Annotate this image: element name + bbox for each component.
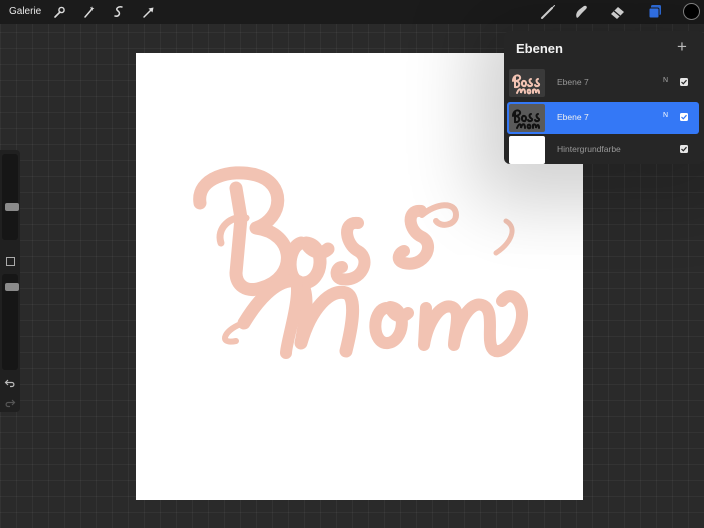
- brush-size-slider-thumb[interactable]: [5, 203, 19, 211]
- left-sidebar: [0, 150, 20, 412]
- opacity-slider-thumb[interactable]: [5, 283, 19, 291]
- brush-size-slider[interactable]: [2, 154, 19, 240]
- layer-thumbnail: [509, 136, 545, 164]
- opacity-slider[interactable]: [2, 274, 19, 370]
- blend-mode-button[interactable]: N: [663, 77, 668, 84]
- transform-arrow-icon[interactable]: [141, 4, 157, 20]
- add-layer-button[interactable]: +: [677, 38, 687, 55]
- gallery-button[interactable]: Galerie: [9, 6, 41, 17]
- selection-icon[interactable]: [111, 4, 127, 20]
- layer-name: Ebene 7: [557, 77, 589, 87]
- layer-visibility-checkbox[interactable]: [680, 113, 688, 121]
- layer-name: Ebene 7: [557, 112, 589, 122]
- layer-thumbnail: [509, 69, 545, 97]
- top-toolbar: Galerie: [0, 0, 704, 24]
- layer-row-background[interactable]: Hintergrundfarbe: [507, 134, 699, 166]
- wrench-icon[interactable]: [51, 4, 67, 20]
- layer-row[interactable]: Ebene 7 N: [507, 67, 699, 99]
- brush-icon[interactable]: [539, 3, 557, 21]
- blend-mode-button[interactable]: N: [663, 112, 668, 119]
- layer-row-active[interactable]: Ebene 7 N: [507, 102, 699, 134]
- layers-panel-title: Ebenen: [516, 41, 563, 56]
- undo-icon[interactable]: [4, 376, 16, 388]
- layer-visibility-checkbox[interactable]: [680, 78, 688, 86]
- layer-thumbnail: [509, 104, 545, 132]
- color-picker-button[interactable]: [683, 3, 700, 20]
- layers-icon[interactable]: [646, 3, 664, 21]
- layers-panel: Ebenen + Ebene 7 N Ebene 7 N Hintergrund…: [504, 31, 704, 164]
- eraser-icon[interactable]: [609, 3, 627, 21]
- modify-square-button[interactable]: [6, 257, 15, 266]
- layer-visibility-checkbox[interactable]: [680, 145, 688, 153]
- redo-icon[interactable]: [4, 396, 16, 408]
- magic-wand-icon[interactable]: [81, 4, 97, 20]
- smudge-icon[interactable]: [572, 3, 590, 21]
- layer-name: Hintergrundfarbe: [557, 144, 621, 154]
